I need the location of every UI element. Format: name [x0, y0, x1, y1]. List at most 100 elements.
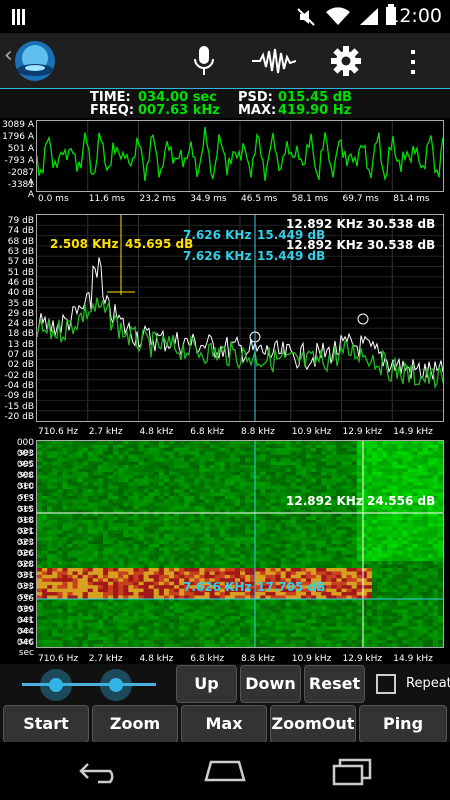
cursor3-freq: 12.892 KHz	[286, 217, 363, 231]
wave-x-tick: 34.9 ms	[190, 194, 227, 204]
back-icon[interactable]	[78, 760, 122, 784]
spectrum-y-tick: -15 dB	[4, 401, 34, 412]
waveform-trace	[36, 121, 444, 191]
spectrum-y-tick: -04 dB	[4, 381, 34, 392]
zoom-button[interactable]: Zoom	[92, 705, 178, 743]
wave-x-tick: 0.0 ms	[38, 194, 69, 204]
cursor2-freq: 7.626 KHz	[183, 249, 252, 263]
spectrum-plot[interactable]: 2.508 KHz 45.695 dB 7.626 KHz 15.449 dB …	[36, 214, 444, 422]
down-button[interactable]: Down	[240, 665, 301, 703]
cursor4-freq: 12.892 KHz	[286, 238, 363, 252]
spectrum-y-tick: 35 dB	[7, 298, 34, 309]
spectrum-y-tick: 02 dB	[7, 360, 34, 371]
controls-row-1: Up Down Reset Repeat	[0, 664, 450, 704]
spectrum-x-tick: 2.7 kHz	[88, 427, 123, 437]
cursor4-db: 30.538 dB	[367, 238, 436, 252]
spectrum-y-tick: 18 dB	[7, 329, 34, 340]
up-button[interactable]: Up	[176, 665, 237, 703]
spectrum-y-tick: 68 dB	[7, 236, 34, 247]
spectrum-x-tick: 710.6 Hz	[38, 427, 79, 437]
repeat-label: Repeat	[406, 676, 450, 691]
clock: 12:00	[387, 5, 442, 27]
wave-x-tick: 23.2 ms	[139, 194, 176, 204]
freq-value: 007.63 kHz	[138, 103, 220, 118]
spectrum-x-tick: 12.9 kHz	[342, 427, 383, 437]
spectrum-x-tick: 6.8 kHz	[190, 427, 225, 437]
spectrogram-image	[37, 441, 443, 647]
spectrum-y-tick: 24 dB	[7, 319, 34, 330]
reset-button[interactable]: Reset	[304, 665, 365, 703]
wave-y-tick: -793 A	[4, 156, 34, 166]
peak-freq-label: 2.508 KHz	[50, 237, 119, 251]
microphone-icon[interactable]	[192, 45, 216, 77]
spectrum-y-tick: 63 dB	[7, 246, 34, 257]
waveform-panel[interactable]: 3089 A 1796 A 501 A -793 A -2087 A -3381 A 0.…	[0, 118, 450, 206]
waterfall-x-tick: 14.9 kHz	[393, 654, 433, 664]
spectrum-y-tick: 13 dB	[7, 339, 34, 350]
notification-icon	[12, 9, 25, 25]
waterfall-x-tick: 12.9 kHz	[342, 654, 383, 664]
spectrum-panel[interactable]: 2.508 KHz 45.695 dB 7.626 KHz 15.449 dB …	[0, 212, 450, 440]
waterfall-plot[interactable]: 12.892 KHz 24.556 dB 7.626 KHz 17.705 dB	[36, 440, 444, 648]
controls-row-2: Start Zoom Max ZoomOut Ping	[0, 704, 450, 744]
signal-icon	[360, 8, 378, 25]
spectrum-x-tick: 8.8 kHz	[241, 427, 275, 437]
spectrum-y-tick: -02 dB	[4, 370, 34, 381]
waterfall-panel[interactable]: 12.892 KHz 24.556 dB 7.626 KHz 17.705 dB…	[0, 438, 450, 666]
wave-y-tick: 3089 A	[2, 120, 34, 130]
spectrum-y-tick: 57 dB	[7, 257, 34, 268]
freq-label: FREQ:	[90, 103, 135, 118]
wifi-icon	[326, 7, 350, 25]
waterfall-x-tick: 710.6 Hz	[38, 654, 79, 664]
waterfall-x-tick: 6.8 kHz	[190, 654, 225, 664]
spectrum-x-tick: 4.8 kHz	[139, 427, 174, 437]
spectrum-y-tick: 40 dB	[7, 288, 34, 299]
zoomout-button[interactable]: ZoomOut	[270, 705, 356, 743]
range-slider-low-handle[interactable]	[40, 669, 72, 701]
max-label: MAX:	[238, 103, 277, 118]
wave-x-tick: 46.5 ms	[241, 194, 278, 204]
wave-y-tick: 501 A	[7, 144, 34, 154]
spectrum-y-tick: 51 dB	[7, 267, 34, 278]
recent-apps-icon[interactable]	[330, 756, 374, 786]
readout-panel: TIME: 034.00 sec FREQ: 007.63 kHz PSD: 0…	[0, 89, 450, 118]
max-value: 419.90 Hz	[278, 103, 352, 118]
spectrum-x-tick: 10.9 kHz	[291, 427, 332, 437]
waveform-icon[interactable]	[252, 47, 296, 75]
waterfall-marker1-freq: 12.892 KHz	[286, 494, 363, 508]
wave-x-tick: 11.6 ms	[88, 194, 126, 204]
overflow-menu-icon[interactable]	[408, 48, 418, 76]
spectrum-y-tick: 79 dB	[7, 216, 34, 226]
wave-y-tick: -3381 A	[7, 180, 34, 200]
ping-button[interactable]: Ping	[359, 705, 447, 743]
waterfall-x-tick: 8.8 kHz	[241, 654, 275, 664]
waterfall-x-tick: 2.7 kHz	[88, 654, 123, 664]
repeat-checkbox[interactable]	[376, 674, 396, 694]
wave-x-tick: 58.1 ms	[291, 194, 329, 204]
start-button[interactable]: Start	[3, 705, 89, 743]
waveform-plot[interactable]	[36, 120, 444, 192]
spectrum-y-tick: 29 dB	[7, 308, 34, 319]
waterfall-marker2-freq: 7.626 KHz	[183, 580, 252, 594]
navigation-bar	[0, 742, 450, 800]
status-bar: 12:00	[0, 0, 450, 33]
max-button[interactable]: Max	[181, 705, 267, 743]
wave-x-tick: 69.7 ms	[342, 194, 379, 204]
app-logo-icon[interactable]	[12, 38, 58, 84]
cursor1-freq: 7.626 KHz	[183, 228, 252, 242]
waterfall-x-tick: 10.9 kHz	[291, 654, 332, 664]
home-icon[interactable]	[202, 758, 248, 784]
range-slider-high-handle[interactable]	[100, 669, 132, 701]
spectrum-y-tick: 74 dB	[7, 226, 34, 237]
wave-y-tick: 1796 A	[2, 132, 34, 142]
spectrum-y-tick: 46 dB	[7, 277, 34, 288]
spectrum-y-tick: -09 dB	[4, 391, 34, 402]
action-bar: ‹	[0, 33, 450, 91]
gear-icon[interactable]	[330, 45, 362, 77]
wave-x-tick: 81.4 ms	[393, 194, 430, 204]
spectrum-x-tick: 14.9 kHz	[393, 427, 433, 437]
waterfall-marker1-db: 24.556 dB	[367, 494, 436, 508]
waterfall-marker2-db: 17.705 dB	[257, 580, 326, 594]
waterfall-x-tick: 4.8 kHz	[139, 654, 174, 664]
spectrum-y-tick: -20 dB	[4, 412, 34, 422]
